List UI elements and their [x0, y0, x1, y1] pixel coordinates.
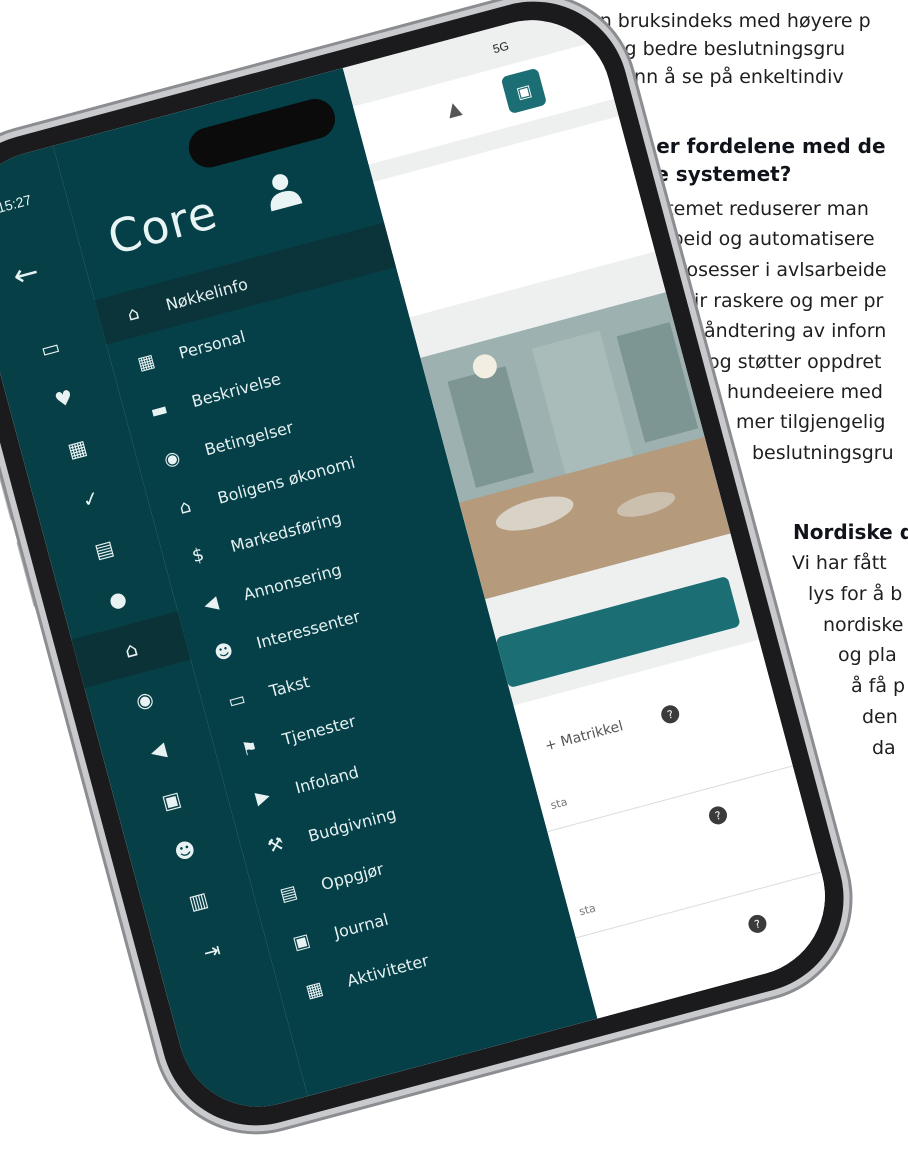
- menu-item-label: Journal: [331, 909, 391, 942]
- phone-screen: 15:27 ← ▭ ♥ ▦ ✓ ▤ ● ⌂ ◉ ◀ ▣ ☻ ▥ ⇥ Core ⌂…: [0, 2, 843, 1125]
- menu-item-label: Annonsering: [241, 559, 344, 604]
- user-avatar-icon[interactable]: [258, 165, 307, 214]
- divider: [547, 765, 793, 833]
- notification-icon[interactable]: ▲: [445, 97, 464, 121]
- money-icon: ◉: [161, 446, 183, 471]
- phone-body: 15:27 ← ▭ ♥ ▦ ✓ ▤ ● ⌂ ◉ ◀ ▣ ☻ ▥ ⇥ Core ⌂…: [0, 0, 908, 1166]
- help-icon[interactable]: ?: [706, 804, 730, 827]
- back-arrow-icon[interactable]: ←: [9, 254, 42, 294]
- app-logo: Core: [102, 184, 223, 266]
- building-icon: ▦: [135, 349, 158, 375]
- gavel-icon: ⚒: [265, 832, 287, 858]
- menu-item-label: Tjenester: [280, 710, 358, 749]
- home-icon: ⌂: [124, 302, 142, 326]
- menu-item-label: Aktiviteter: [344, 950, 431, 991]
- menu-item-label: Interessenter: [254, 606, 362, 653]
- dollar-icon: $: [189, 543, 207, 567]
- divider: [575, 871, 822, 939]
- menu-item-label: Oppgjør: [318, 858, 386, 894]
- card-icon: ▤: [277, 880, 300, 906]
- help-icon[interactable]: ?: [659, 703, 682, 726]
- menu-item-label: Beskrivelse: [189, 368, 283, 411]
- field-label: sta: [577, 901, 598, 919]
- play-icon: ▶: [253, 784, 273, 809]
- status-signal: 5G: [491, 38, 511, 57]
- menu-item-label: Takst: [267, 671, 312, 701]
- bank-icon: ⌂: [176, 495, 194, 519]
- field-label: sta: [549, 795, 569, 813]
- menu-item-label: Budgivning: [305, 803, 399, 846]
- people-icon: ☻: [212, 639, 236, 665]
- menu-item-label: Betingelser: [202, 417, 296, 459]
- menu-item-label: Infoland: [293, 761, 361, 797]
- menu-item-label: Personal: [176, 326, 248, 363]
- flag-icon: ⚑: [239, 736, 261, 761]
- phone-mockup: 15:27 ← ▭ ♥ ▦ ✓ ▤ ● ⌂ ◉ ◀ ▣ ☻ ▥ ⇥ Core ⌂…: [0, 0, 908, 1147]
- megaphone-icon: ◀: [201, 591, 221, 616]
- calendar-button[interactable]: ▣: [500, 67, 548, 115]
- clipboard-icon: ▭: [225, 687, 248, 713]
- help-icon[interactable]: ?: [746, 912, 769, 935]
- note-icon: ▬: [148, 397, 171, 423]
- add-matrikkel-button[interactable]: + Matrikkel: [543, 718, 625, 754]
- menu-item-label: Nøkkelinfo: [163, 273, 250, 315]
- phone-bezel: 15:27 ← ▭ ♥ ▦ ✓ ▤ ● ⌂ ◉ ◀ ▣ ☻ ▥ ⇥ Core ⌂…: [0, 0, 865, 1147]
- calendar-icon: ▦: [303, 977, 326, 1003]
- status-time: 15:27: [0, 191, 34, 216]
